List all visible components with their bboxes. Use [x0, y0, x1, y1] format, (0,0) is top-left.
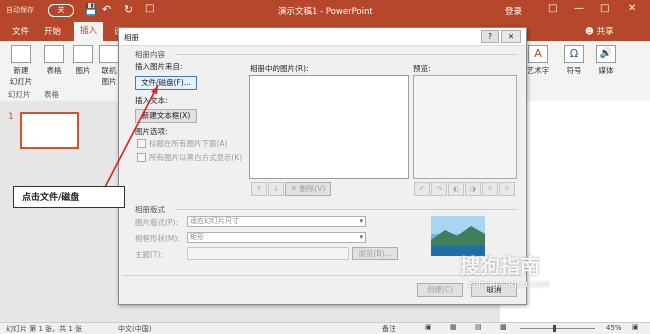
- annotation-arrow: [104, 84, 159, 188]
- annotation-callout: 点击文件/磁盘: [13, 186, 125, 208]
- watermark-brand: 搜狗指南: [460, 254, 540, 278]
- watermark-url: zhinan.sogou.com: [468, 280, 550, 290]
